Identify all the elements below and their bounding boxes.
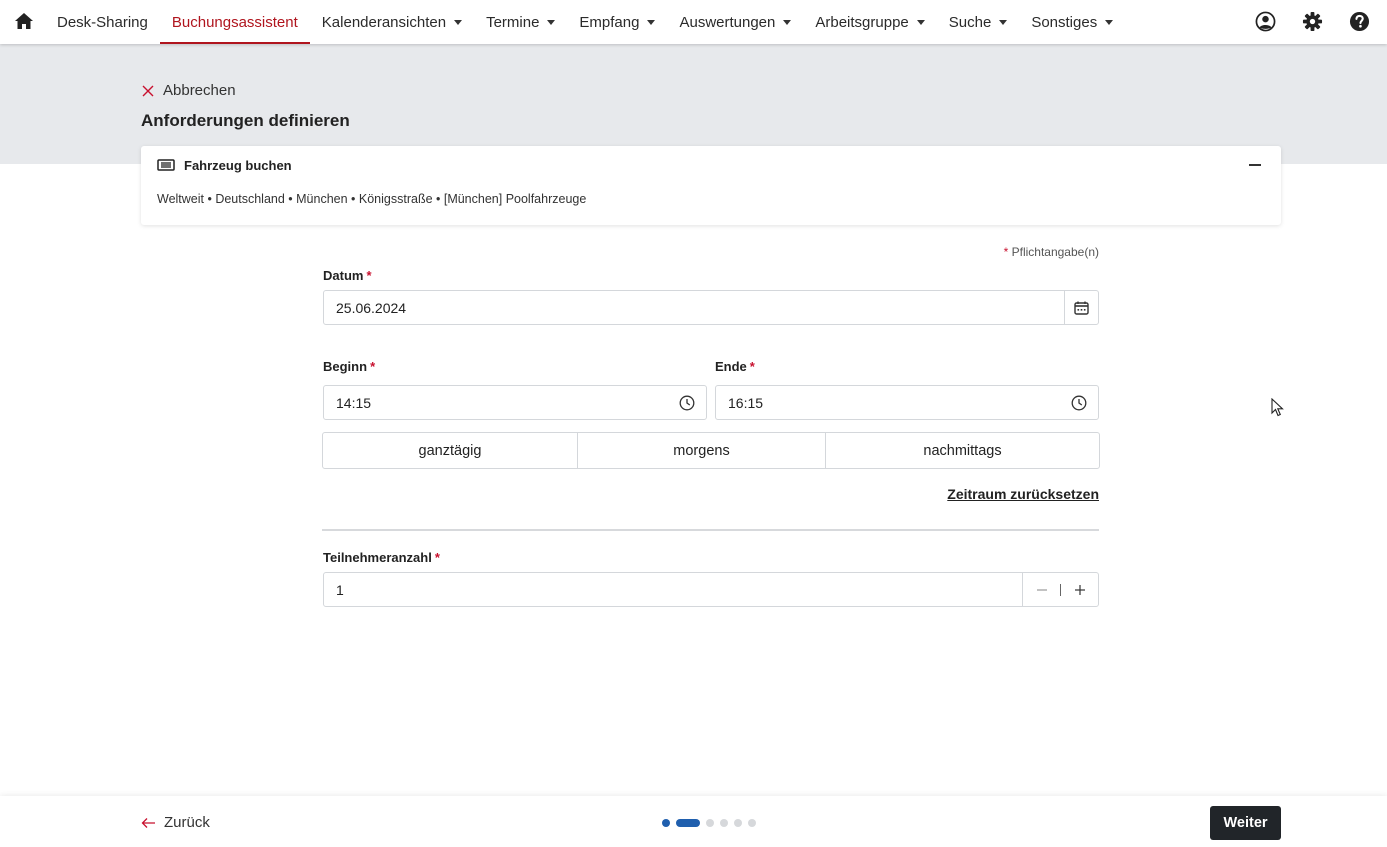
- required-star: *: [370, 359, 376, 374]
- nav-item-label: Arbeitsgruppe: [815, 13, 909, 31]
- required-star: *: [749, 359, 755, 374]
- step-dot: [706, 819, 714, 827]
- nav-item-arbeitsgruppe[interactable]: Arbeitsgruppe: [803, 0, 936, 44]
- start-label-text: Beginn: [323, 359, 368, 374]
- nav-item-label: Auswertungen: [679, 13, 776, 31]
- step-dot: [734, 819, 742, 827]
- decrement-button[interactable]: [1023, 573, 1060, 606]
- date-field[interactable]: 25.06.2024: [323, 290, 1099, 325]
- location-breadcrumb: Weltweit • Deutschland • München • König…: [157, 192, 587, 206]
- collapse-icon[interactable]: [1249, 164, 1261, 166]
- required-note: * Pflichtangabe(n): [900, 245, 1099, 259]
- start-label: Beginn *: [323, 359, 375, 374]
- arrow-left-icon: [141, 817, 155, 828]
- page-title: Anforderungen definieren: [141, 111, 350, 130]
- step-dot: [720, 819, 728, 827]
- nav-item-label: Kalenderansichten: [321, 13, 447, 31]
- nav-item-label: Desk-Sharing: [57, 13, 148, 31]
- calendar-icon: [1074, 301, 1089, 315]
- reset-timeframe-link[interactable]: Zeitraum zurücksetzen: [947, 486, 1099, 502]
- required-star: *: [434, 550, 440, 565]
- start-time-field[interactable]: 14:15: [323, 385, 707, 420]
- clock-icon[interactable]: [1071, 395, 1087, 411]
- nav-item-empfang[interactable]: Empfang: [567, 0, 667, 44]
- caret-down-icon: [916, 19, 925, 25]
- end-time-field[interactable]: 16:15: [715, 385, 1099, 420]
- step-dot: [676, 819, 700, 827]
- user-circle-icon[interactable]: [1255, 11, 1276, 32]
- resource-card: Fahrzeug buchen Weltweit • Deutschland •…: [141, 146, 1281, 225]
- ticket-icon: [157, 159, 175, 171]
- end-time-value: 16:15: [728, 394, 764, 411]
- required-star: *: [366, 268, 372, 283]
- help-icon[interactable]: [1349, 11, 1370, 32]
- quantity-stepper: [1022, 573, 1098, 606]
- main-menu: Desk-Sharing Buchungsassistent Kalenderans…: [45, 0, 1125, 44]
- start-time-value: 14:15: [336, 394, 372, 411]
- participants-label-text: Teilnehmeranzahl: [323, 550, 432, 565]
- clock-icon[interactable]: [679, 395, 695, 411]
- required-note-label: Pflichtangabe(n): [1011, 245, 1099, 259]
- divider: [322, 529, 1099, 531]
- participants-value: 1: [336, 581, 344, 598]
- caret-down-icon: [783, 19, 792, 25]
- card-title: Fahrzeug buchen: [184, 158, 292, 173]
- home-icon[interactable]: [14, 11, 34, 31]
- caret-down-icon: [999, 19, 1008, 25]
- top-navigation: Desk-Sharing Buchungsassistent Kalenderans…: [0, 0, 1387, 44]
- preset-afternoon-button[interactable]: nachmittags: [825, 433, 1099, 468]
- nav-actions: [1255, 11, 1370, 32]
- nav-item-auswertungen[interactable]: Auswertungen: [667, 0, 803, 44]
- time-preset-group: ganztägig morgens nachmittags: [322, 432, 1100, 469]
- step-dot: [748, 819, 756, 827]
- minus-icon: [1036, 588, 1047, 591]
- next-button[interactable]: Weiter: [1210, 806, 1281, 840]
- nav-item-desk-sharing[interactable]: Desk-Sharing: [45, 0, 160, 44]
- increment-button[interactable]: [1061, 573, 1098, 606]
- participants-field[interactable]: 1: [323, 572, 1099, 607]
- nav-item-termine[interactable]: Termine: [474, 0, 567, 44]
- nav-item-suche[interactable]: Suche: [937, 0, 1020, 44]
- participants-label: Teilnehmeranzahl *: [323, 550, 440, 565]
- nav-item-label: Sonstiges: [1031, 13, 1098, 31]
- caret-down-icon: [454, 19, 463, 25]
- nav-item-sonstiges[interactable]: Sonstiges: [1019, 0, 1125, 44]
- caret-down-icon: [547, 19, 556, 25]
- cancel-button[interactable]: Abbrechen: [141, 82, 236, 99]
- plus-icon: [1074, 584, 1085, 595]
- preset-full-day-button[interactable]: ganztägig: [323, 433, 577, 468]
- end-label: Ende *: [715, 359, 755, 374]
- wizard-footer: Zurück Weiter: [0, 796, 1387, 847]
- caret-down-icon: [647, 19, 656, 25]
- nav-item-buchungsassistent[interactable]: Buchungsassistent: [159, 0, 310, 44]
- nav-item-label: Buchungsassistent: [171, 13, 298, 31]
- step-progress: [662, 819, 756, 827]
- date-picker-button[interactable]: [1064, 291, 1098, 324]
- mouse-cursor-icon: [1271, 398, 1284, 417]
- step-dot: [662, 819, 670, 827]
- end-label-text: Ende: [715, 359, 747, 374]
- back-button[interactable]: Zurück: [141, 814, 210, 831]
- caret-down-icon: [1105, 19, 1114, 25]
- back-label: Zurück: [164, 814, 210, 831]
- date-label-text: Datum: [323, 268, 364, 283]
- date-label: Datum *: [323, 268, 372, 283]
- nav-item-label: Termine: [486, 13, 540, 31]
- nav-item-label: Empfang: [579, 13, 640, 31]
- nav-item-kalenderansichten[interactable]: Kalenderansichten: [310, 0, 474, 44]
- close-icon: [142, 85, 154, 96]
- cancel-label: Abbrechen: [163, 82, 236, 99]
- required-star: *: [1003, 245, 1009, 259]
- nav-item-label: Suche: [948, 13, 992, 31]
- date-value: 25.06.2024: [336, 299, 407, 316]
- preset-morning-button[interactable]: morgens: [577, 433, 825, 468]
- gear-icon[interactable]: [1302, 11, 1323, 32]
